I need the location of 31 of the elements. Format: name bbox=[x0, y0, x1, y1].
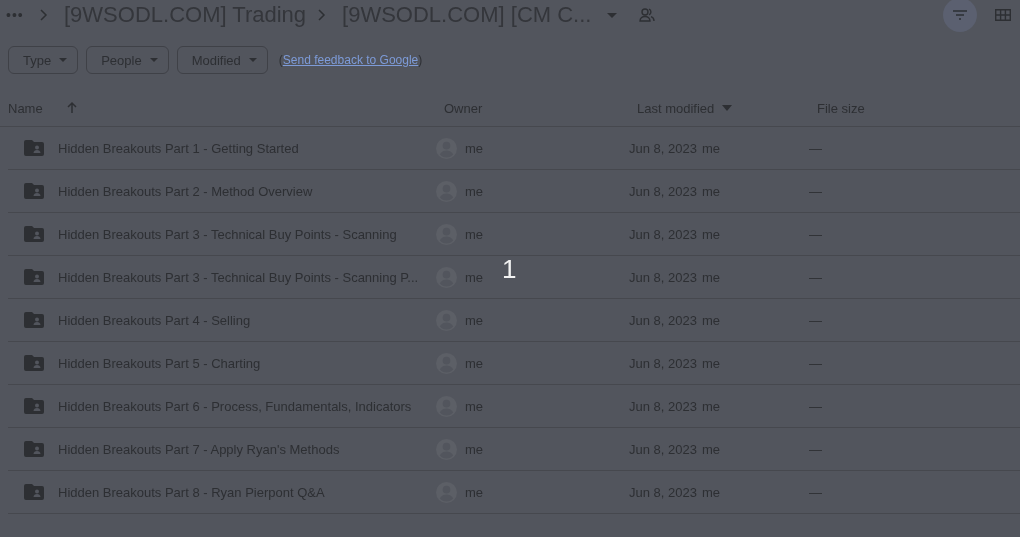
shared-folder-icon bbox=[24, 312, 44, 328]
shared-folder-icon bbox=[24, 484, 44, 500]
file-size: — bbox=[809, 226, 823, 242]
file-size: — bbox=[809, 441, 823, 457]
filter-button[interactable] bbox=[943, 0, 977, 32]
caret-icon bbox=[149, 58, 158, 62]
filter-icon bbox=[953, 10, 967, 20]
file-size: — bbox=[809, 312, 823, 328]
feedback-link[interactable]: Send feedback to Google bbox=[282, 53, 419, 67]
shared-folder-icon bbox=[24, 226, 44, 242]
shared-folder-icon bbox=[24, 398, 44, 414]
shared-folder-icon bbox=[24, 269, 44, 285]
file-size: — bbox=[809, 183, 823, 199]
shared-folder-icon bbox=[24, 140, 44, 156]
shared-folder-icon bbox=[24, 441, 44, 457]
caret-icon bbox=[248, 58, 257, 62]
overlay-number: 1 bbox=[502, 254, 517, 285]
feedback-text: (Send feedback to Google) bbox=[278, 53, 423, 67]
sort-caret-icon[interactable] bbox=[722, 105, 733, 111]
shared-folder-icon bbox=[24, 183, 44, 199]
file-size: — bbox=[809, 398, 823, 414]
more-breadcrumbs[interactable]: ••• bbox=[6, 7, 28, 23]
file-size: — bbox=[809, 269, 823, 285]
shared-folder-icon bbox=[24, 355, 44, 371]
file-size: — bbox=[809, 484, 823, 500]
grid-icon bbox=[995, 9, 1011, 21]
caret-icon bbox=[59, 58, 68, 62]
people-icon[interactable] bbox=[639, 8, 656, 22]
file-size: — bbox=[809, 140, 823, 156]
file-size: — bbox=[809, 355, 823, 371]
dropdown-caret-icon[interactable] bbox=[607, 12, 618, 18]
